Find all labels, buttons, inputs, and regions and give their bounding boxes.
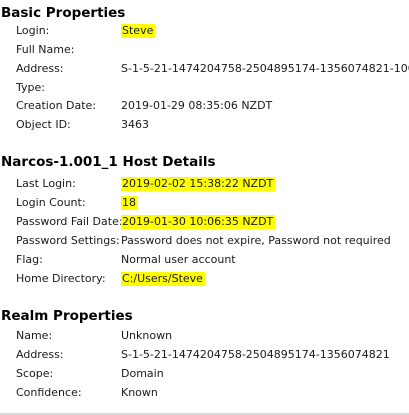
confidence-value: Known	[121, 386, 158, 399]
flag-value: Normal user account	[121, 253, 236, 266]
realm-properties-heading: Realm Properties	[1, 308, 133, 324]
login-count-label: Login Count:	[16, 196, 86, 209]
login-value: Steve	[121, 24, 156, 38]
login-count-value: 18	[121, 196, 138, 210]
address-value: S-1-5-21-1474204758-2504895174-135607482…	[121, 62, 409, 75]
realm-name-value: Unknown	[121, 329, 173, 342]
login-label: Login:	[16, 24, 50, 37]
realm-address-label: Address:	[16, 348, 64, 361]
last-login-label: Last Login:	[16, 177, 76, 190]
full-name-label: Full Name:	[16, 43, 75, 56]
password-settings-value: Password does not expire, Password not r…	[121, 234, 391, 247]
scope-label: Scope:	[16, 367, 54, 380]
last-login-value: 2019-02-02 15:38:22 NZDT	[121, 177, 276, 191]
realm-address-value: S-1-5-21-1474204758-2504895174-135607482…	[121, 348, 390, 361]
flag-label: Flag:	[16, 253, 43, 266]
password-fail-date-label: Password Fail Date:	[16, 215, 123, 228]
confidence-label: Confidence:	[16, 386, 82, 399]
home-directory-label: Home Directory:	[16, 272, 106, 285]
address-label: Address:	[16, 62, 64, 75]
home-directory-value: C:/Users/Steve	[121, 272, 205, 286]
creation-date-label: Creation Date:	[16, 99, 97, 112]
scope-value: Domain	[121, 367, 164, 380]
realm-name-label: Name:	[16, 329, 53, 342]
password-fail-date-value: 2019-01-30 10:06:35 NZDT	[121, 215, 276, 229]
password-settings-label: Password Settings:	[16, 234, 120, 247]
basic-properties-heading: Basic Properties	[1, 5, 126, 21]
object-id-value: 3463	[121, 118, 149, 131]
object-id-label: Object ID:	[16, 118, 71, 131]
host-details-heading: Narcos-1.001_1 Host Details	[1, 154, 216, 170]
creation-date-value: 2019-01-29 08:35:06 NZDT	[121, 99, 273, 112]
type-label: Type:	[16, 81, 45, 94]
